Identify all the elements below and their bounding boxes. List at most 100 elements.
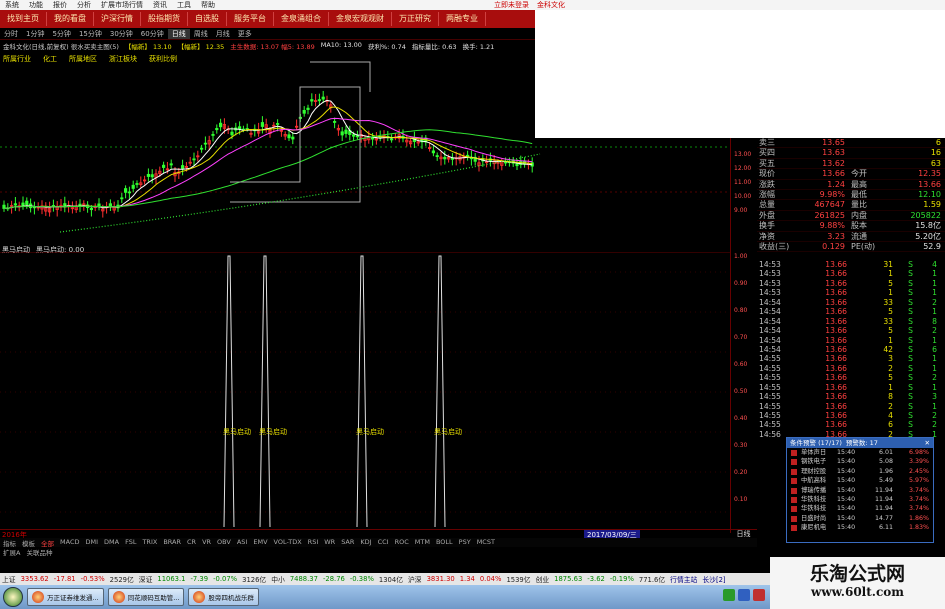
sub-tab-1[interactable]: 关联品种 bbox=[26, 547, 52, 557]
menu-item-1[interactable]: 功能 bbox=[24, 0, 48, 10]
indicator-tab-15[interactable]: RSI bbox=[305, 538, 322, 547]
indicator-tab-14[interactable]: VOL-TDX bbox=[271, 538, 305, 547]
tick-row[interactable]: 14:54 13.66 1 S 1 bbox=[757, 336, 945, 345]
tick-row[interactable]: 14:55 13.66 5 S 2 bbox=[757, 373, 945, 382]
server-label[interactable]: 行情主站 bbox=[670, 574, 697, 584]
menu-item-0[interactable]: 系统 bbox=[0, 0, 24, 10]
indicator-tab-4[interactable]: DMI bbox=[82, 538, 101, 547]
alert-row[interactable]: 博瑞传播 15:40 11.94 3.74% bbox=[787, 486, 933, 495]
indicator-tab-19[interactable]: CCI bbox=[375, 538, 392, 547]
indicator-tab-24[interactable]: MCST bbox=[474, 538, 498, 547]
popup-title-bar[interactable]: 条件预警 (17/17) 预警数: 17 ✕ bbox=[787, 438, 933, 448]
close-icon[interactable]: ✕ bbox=[925, 438, 933, 448]
tick-row[interactable]: 14:54 13.66 42 S 6 bbox=[757, 345, 945, 354]
indicator-tab-3[interactable]: MACD bbox=[57, 538, 82, 547]
stock-tag-0[interactable]: 所属行业 bbox=[3, 54, 31, 64]
indicator-tab-12[interactable]: ASI bbox=[234, 538, 251, 547]
tick-row[interactable]: 14:55 13.66 3 S 1 bbox=[757, 354, 945, 363]
alert-row[interactable]: 华铁科技 15:40 11.94 3.74% bbox=[787, 495, 933, 504]
indicator-tab-23[interactable]: PSY bbox=[456, 538, 474, 547]
tick-row[interactable]: 14:53 13.66 31 S 4 bbox=[757, 260, 945, 269]
indicator-tab-1[interactable]: 模板 bbox=[19, 538, 38, 548]
menu-item-2[interactable]: 报价 bbox=[48, 0, 72, 10]
period-tab-3[interactable]: 15分钟 bbox=[75, 29, 106, 39]
indicator-tab-13[interactable]: EMV bbox=[250, 538, 270, 547]
tick-row[interactable]: 14:54 13.66 33 S 2 bbox=[757, 298, 945, 307]
tick-row[interactable]: 14:53 13.66 1 S 1 bbox=[757, 269, 945, 278]
alert-row[interactable]: 日盛时尚 15:40 14.77 1.86% bbox=[787, 514, 933, 523]
nav-tab-1[interactable]: 我的看盘 bbox=[47, 12, 94, 26]
menu-item-7[interactable]: 帮助 bbox=[196, 0, 220, 10]
stock-tag-4[interactable]: 获利比例 bbox=[149, 54, 177, 64]
period-tab-2[interactable]: 5分钟 bbox=[48, 29, 74, 39]
menu-item-3[interactable]: 分析 bbox=[72, 0, 96, 10]
indicator-tab-6[interactable]: FSL bbox=[122, 538, 139, 547]
period-tab-7[interactable]: 周线 bbox=[190, 29, 212, 39]
indicator-tab-17[interactable]: SAR bbox=[338, 538, 357, 547]
tick-row[interactable]: 14:53 13.66 5 S 1 bbox=[757, 279, 945, 288]
period-tab-5[interactable]: 60分钟 bbox=[137, 29, 168, 39]
period-tab-8[interactable]: 月线 bbox=[212, 29, 234, 39]
indicator-tab-9[interactable]: CR bbox=[184, 538, 199, 547]
nav-tab-4[interactable]: 自选股 bbox=[188, 12, 227, 26]
indicator-tab-22[interactable]: BOLL bbox=[433, 538, 456, 547]
alert-row[interactable]: 钢铁电子 15:40 5.08 3.39% bbox=[787, 457, 933, 466]
stock-tag-3[interactable]: 浙江板块 bbox=[109, 54, 137, 64]
period-tab-9[interactable]: 更多 bbox=[234, 29, 256, 39]
alert-row[interactable]: 康尼机电 15:40 6.11 1.83% bbox=[787, 523, 933, 532]
stock-tag-2[interactable]: 所属地区 bbox=[69, 54, 97, 64]
nav-tab-8[interactable]: 万正研究 bbox=[392, 12, 439, 26]
tray-volume-icon[interactable] bbox=[738, 589, 750, 601]
period-tab-6[interactable]: 日线 bbox=[167, 29, 190, 39]
nav-tab-0[interactable]: 找到主页 bbox=[0, 12, 47, 26]
nav-tab-3[interactable]: 股指期货 bbox=[141, 12, 188, 26]
tick-row[interactable]: 14:53 13.66 1 S 1 bbox=[757, 288, 945, 297]
server-name[interactable]: 长沙[2] bbox=[702, 574, 725, 584]
taskbar-button-0[interactable]: 万正证券维发通... bbox=[27, 588, 104, 606]
indicator-tab-7[interactable]: TRIX bbox=[139, 538, 160, 547]
tick-row[interactable]: 14:55 13.66 6 S 2 bbox=[757, 420, 945, 429]
alert-row[interactable]: 华铁科技 15:40 11.94 3.74% bbox=[787, 504, 933, 513]
tick-row[interactable]: 14:54 13.66 5 S 1 bbox=[757, 307, 945, 316]
indicator-tab-2[interactable]: 全部 bbox=[38, 538, 57, 548]
indicator-tab-18[interactable]: KDJ bbox=[357, 538, 374, 547]
tray-network-icon[interactable] bbox=[753, 589, 765, 601]
indicator-tab-8[interactable]: BRAR bbox=[160, 538, 184, 547]
alert-row[interactable]: 单体声日 15:40 6.01 6.98% bbox=[787, 448, 933, 457]
signal-subchart[interactable]: 黑马启动 黑马启动 黑马启动 黑马启动 bbox=[0, 251, 730, 528]
indicator-tab-20[interactable]: ROC bbox=[392, 538, 412, 547]
tick-row[interactable]: 14:54 13.66 33 S 8 bbox=[757, 317, 945, 326]
indicator-tab-10[interactable]: VR bbox=[199, 538, 214, 547]
nav-tab-5[interactable]: 服务平台 bbox=[227, 12, 274, 26]
sub-tab-0[interactable]: 扩展A bbox=[3, 547, 20, 557]
indicator-tab-16[interactable]: WR bbox=[321, 538, 338, 547]
taskbar-button-1[interactable]: 同花顺码互助管... bbox=[107, 588, 185, 606]
alert-row[interactable]: 中航高科 15:40 5.49 5.97% bbox=[787, 476, 933, 485]
period-tab-4[interactable]: 30分钟 bbox=[106, 29, 137, 39]
tick-row[interactable]: 14:55 13.66 2 S 1 bbox=[757, 402, 945, 411]
indicator-tab-5[interactable]: DMA bbox=[101, 538, 122, 547]
taskbar-button-2[interactable]: 股旁四机战乐群 bbox=[188, 588, 259, 606]
stock-tag-1[interactable]: 化工 bbox=[43, 54, 57, 64]
tick-list[interactable]: 14:53 13.66 31 S 4 14:53 13.66 1 S 1 14:53 13.66 5 S 1… bbox=[757, 260, 945, 440]
tick-row[interactable]: 14:55 13.66 4 S 2 bbox=[757, 411, 945, 420]
nav-tab-2[interactable]: 沪深行情 bbox=[94, 12, 141, 26]
menu-right-item-1[interactable]: 金科文化 bbox=[537, 0, 565, 10]
nav-tab-9[interactable]: 两融专业 bbox=[439, 12, 486, 26]
nav-tab-6[interactable]: 金泉涌组合 bbox=[274, 12, 329, 26]
indicator-tab-0[interactable]: 指标 bbox=[0, 538, 19, 548]
indicator-tab-21[interactable]: MTM bbox=[412, 538, 433, 547]
alert-popup[interactable]: 条件预警 (17/17) 预警数: 17 ✕ 单体声日 15:40 6.01 6.98… bbox=[786, 437, 934, 543]
period-tab-1[interactable]: 1分钟 bbox=[22, 29, 48, 39]
tick-row[interactable]: 14:55 13.66 1 S 1 bbox=[757, 383, 945, 392]
nav-tab-7[interactable]: 金泉宏观观财 bbox=[329, 12, 392, 26]
main-kline-chart[interactable] bbox=[0, 52, 730, 244]
menu-item-4[interactable]: 扩展市场行情 bbox=[96, 0, 148, 10]
menu-item-6[interactable]: 工具 bbox=[172, 0, 196, 10]
tick-row[interactable]: 14:55 13.66 8 S 3 bbox=[757, 392, 945, 401]
menu-item-5[interactable]: 资讯 bbox=[148, 0, 172, 10]
menu-right-item-0[interactable]: 立即未登录 bbox=[494, 0, 529, 10]
tick-row[interactable]: 14:54 13.66 5 S 2 bbox=[757, 326, 945, 335]
tick-row[interactable]: 14:55 13.66 2 S 1 bbox=[757, 364, 945, 373]
start-orb-icon[interactable] bbox=[3, 587, 23, 607]
